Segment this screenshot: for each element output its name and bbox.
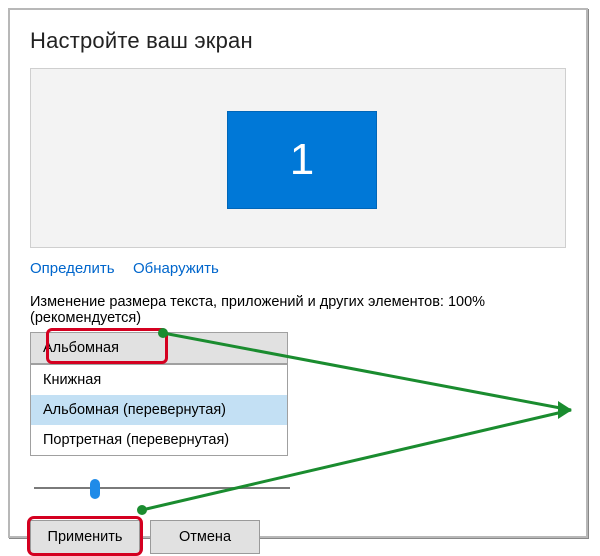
cancel-button[interactable]: Отмена <box>150 520 260 554</box>
detect-link[interactable]: Обнаружить <box>133 260 219 277</box>
display-preview-area: 1 <box>30 68 566 248</box>
window-frame: Настройте ваш экран 1 Определить Обнаруж… <box>8 8 588 538</box>
orientation-option-portrait-flipped[interactable]: Портретная (перевернутая) <box>31 425 287 455</box>
slider-thumb[interactable] <box>90 479 100 499</box>
monitor-tile-1[interactable]: 1 <box>227 111 377 209</box>
page-title: Настройте ваш экран <box>30 28 586 54</box>
display-links-row: Определить Обнаружить <box>30 260 586 278</box>
monitor-number: 1 <box>290 135 314 185</box>
slider-track <box>34 487 290 489</box>
orientation-selected-text: Альбомная <box>43 340 119 356</box>
orientation-selected[interactable]: Альбомная <box>30 332 288 364</box>
orientation-option-landscape-flipped[interactable]: Альбомная (перевернутая) <box>31 395 287 425</box>
apply-button[interactable]: Применить <box>30 520 140 554</box>
identify-link[interactable]: Определить <box>30 260 115 277</box>
orientation-options-panel: Книжная Альбомная (перевернутая) Портрет… <box>30 364 288 456</box>
scale-label: Изменение размера текста, приложений и д… <box>30 294 566 326</box>
brightness-label: Настройка уровня яркости <box>32 456 586 472</box>
button-row: Применить Отмена <box>30 520 586 554</box>
orientation-dropdown[interactable]: Альбомная Книжная Альбомная (перевернута… <box>30 332 288 456</box>
orientation-option-book[interactable]: Книжная <box>31 365 287 395</box>
brightness-slider[interactable] <box>34 478 290 498</box>
